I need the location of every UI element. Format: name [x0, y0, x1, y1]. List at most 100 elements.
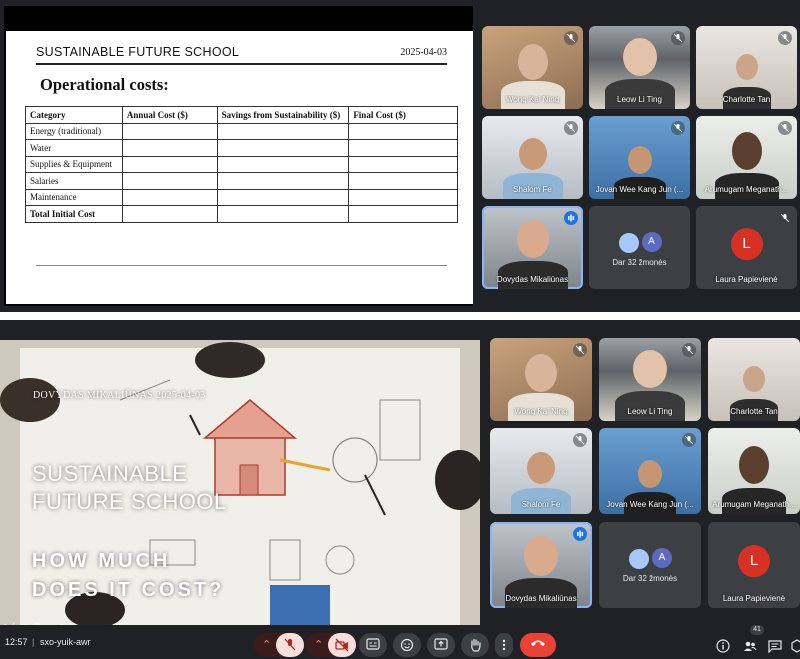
participant-tile[interactable]: Shalom Fe: [490, 428, 592, 514]
mic-off-icon: [682, 343, 696, 357]
mic-off-icon: [778, 121, 792, 135]
participant-tile-active-speaker[interactable]: Dovydas Mikaliūnas: [490, 522, 592, 608]
participant-video: [731, 132, 762, 170]
table-cell: [121, 188, 218, 206]
slide-author-date: DOVYDAS MIKALIŪNAS 2025-04-03: [33, 390, 206, 401]
emoji-button[interactable]: [393, 633, 421, 657]
participant-tile[interactable]: Arumugam Meganath...: [696, 116, 797, 199]
raise-hand-button[interactable]: [461, 633, 489, 657]
avatar: A: [641, 232, 662, 252]
cost-table-header: Category: [25, 106, 123, 124]
present-icon: [434, 638, 448, 650]
participant-tile[interactable]: L Laura Papievienė: [708, 522, 800, 608]
meeting-info-button[interactable]: [716, 639, 730, 653]
participant-tile[interactable]: Wong Kai Ning: [490, 338, 592, 421]
table-cell: [348, 122, 458, 140]
avatar: L: [738, 545, 770, 578]
table-cell: [121, 155, 218, 173]
participant-name: Jovan Wee Kang Jun (...: [606, 500, 694, 509]
captions-button[interactable]: [359, 633, 387, 657]
participant-tile[interactable]: Wong Kai Ning: [482, 26, 583, 109]
cost-table: Category Annual Cost ($) Savings from Su…: [25, 106, 458, 223]
present-button[interactable]: [427, 633, 455, 657]
table-cell: [216, 155, 350, 173]
speaking-indicator-icon: [573, 527, 587, 541]
participant-video: [525, 354, 557, 392]
camera-off-button[interactable]: [328, 633, 356, 657]
participant-tile[interactable]: Arumugam Meganath...: [708, 428, 800, 514]
mic-off-icon: [564, 31, 578, 45]
more-avatars: A: [628, 548, 672, 570]
slide-question-line: DOES IT COST?: [32, 579, 225, 601]
presentation-slide-operational-costs: SUSTAINABLE FUTURE SCHOOL 2025-04-03 Ope…: [4, 6, 473, 306]
participant-name: Laura Papievienė: [715, 275, 778, 284]
participant-video: [517, 44, 548, 80]
participant-tile[interactable]: Charlotte Tan: [696, 26, 797, 109]
table-cell: [348, 155, 458, 173]
participant-video: [739, 446, 769, 484]
more-participants-tile[interactable]: A Dar 32 žmonės: [599, 522, 701, 608]
participant-name: Dovydas Mikaliūnas: [496, 275, 569, 284]
participant-name: Arumugam Meganath...: [712, 500, 796, 509]
people-icon: [744, 641, 757, 651]
cost-table-header: Annual Cost ($): [121, 106, 218, 124]
screenshot-divider: [0, 312, 800, 320]
hangup-icon: [531, 640, 545, 646]
participant-tile[interactable]: L Laura Papievienė: [696, 206, 797, 289]
participant-tile[interactable]: Leow Li Ting: [589, 26, 690, 109]
table-cell-category: Salaries: [25, 172, 123, 190]
table-row: Maintenance: [25, 188, 458, 206]
slide-footer-rule: [36, 265, 447, 266]
meet-control-bar: 12:57 | sxo-yuik-awr ⌃ ⌃ 41: [0, 625, 800, 659]
chat-button[interactable]: [768, 639, 782, 654]
slide-question: HOW MUCH DOES IT COST?: [32, 547, 224, 605]
table-cell-category: Energy (traditional): [25, 122, 123, 140]
participant-video: [518, 138, 547, 170]
table-cell: [216, 205, 350, 223]
participant-video: [524, 536, 558, 576]
participant-name: Charlotte Tan: [722, 95, 771, 104]
table-row: Supplies & Equipment: [25, 155, 458, 173]
table-cell: [348, 139, 458, 157]
clock: 12:57: [5, 637, 28, 647]
more-avatars: A: [617, 232, 662, 254]
table-row: Energy (traditional): [25, 122, 458, 140]
slide-header-rule: [36, 63, 447, 65]
avatar: [617, 232, 640, 254]
participant-name: Leow Li Ting: [617, 95, 662, 104]
people-button[interactable]: [743, 639, 757, 653]
table-cell: [348, 172, 458, 190]
mic-off-icon: [564, 121, 578, 135]
chevron-up-icon[interactable]: ⌃: [262, 633, 271, 657]
participant-video: [743, 366, 765, 392]
table-cell: [216, 172, 350, 190]
participant-video: [516, 220, 549, 258]
participant-name: Leow Li Ting: [627, 407, 673, 416]
chevron-up-icon[interactable]: ⌃: [314, 633, 323, 657]
participant-tile[interactable]: Jovan Wee Kang Jun (...: [589, 116, 690, 199]
more-options-button[interactable]: [495, 633, 513, 657]
mic-off-button[interactable]: [276, 633, 304, 657]
more-participants-tile[interactable]: A Dar 32 žmonės: [589, 206, 690, 289]
leave-call-button[interactable]: [520, 633, 556, 657]
table-row: Total Initial Cost: [25, 205, 458, 223]
slide-question-line: HOW MUCH: [32, 550, 171, 572]
slide-title: Operational costs:: [40, 75, 169, 94]
participant-video: [527, 452, 555, 484]
chat-icon: [768, 640, 782, 654]
participant-tile[interactable]: Leow Li Ting: [599, 338, 701, 421]
participant-tile-active-speaker[interactable]: Dovydas Mikaliūnas: [482, 206, 583, 289]
activities-button[interactable]: [790, 639, 800, 653]
table-row: Salaries: [25, 172, 458, 190]
participant-tile[interactable]: Shalom Fe: [482, 116, 583, 199]
camera-off-icon: [335, 638, 349, 652]
table-cell: [216, 188, 350, 206]
participant-tile[interactable]: Charlotte Tan: [708, 338, 800, 421]
more-participants-label: Dar 32 žmonės: [612, 258, 667, 267]
mic-off-icon: [284, 638, 296, 651]
participant-video-body: [604, 79, 675, 109]
participant-tile[interactable]: Jovan Wee Kang Jun (...: [599, 428, 701, 514]
cost-table-header: Final Cost ($): [348, 106, 458, 124]
mic-off-icon: [778, 211, 792, 225]
more-icon: [502, 639, 506, 651]
